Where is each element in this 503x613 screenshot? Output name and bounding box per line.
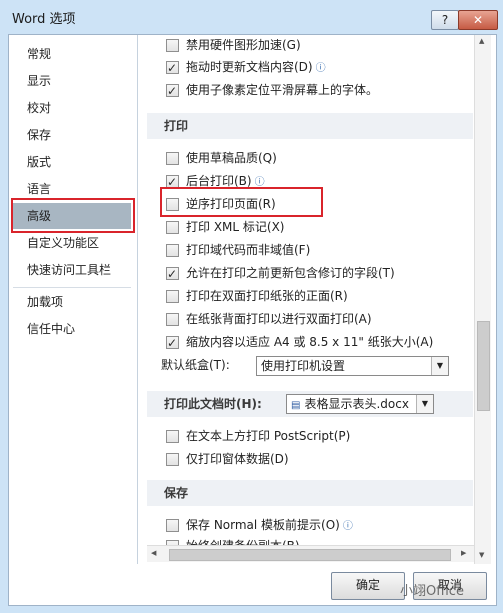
option-label: 使用草稿品质(Q) xyxy=(186,151,277,165)
help-button[interactable]: ? xyxy=(431,10,459,30)
sidebar-item-addins[interactable]: 加载项 xyxy=(13,289,131,315)
checkbox[interactable] xyxy=(166,290,179,303)
option-label: 打印在双面打印纸张的正面(R) xyxy=(186,289,348,303)
section-header-print: 打印 xyxy=(147,113,473,139)
option-label: 拖动时更新文档内容(D) xyxy=(186,60,313,74)
checkbox[interactable] xyxy=(166,453,179,466)
scroll-thumb[interactable] xyxy=(169,549,451,561)
info-icon: ⓘ xyxy=(342,521,353,532)
default-tray-label: 默认纸盒(T): xyxy=(161,358,230,372)
option-label: 使用子像素定位平滑屏幕上的字体。 xyxy=(186,83,379,97)
window-title: Word 选项 xyxy=(12,12,76,27)
highlight-box-reverse-print xyxy=(160,187,323,217)
scroll-thumb[interactable] xyxy=(477,321,490,411)
checkbox[interactable] xyxy=(166,58,179,78)
checkbox[interactable] xyxy=(166,333,179,353)
chevron-down-icon: ▼ xyxy=(431,357,448,375)
section-header-save: 保存 xyxy=(147,480,473,506)
word-doc-icon: ▤ xyxy=(291,400,301,411)
watermark: 小翊Office xyxy=(400,584,464,599)
highlight-box-advanced xyxy=(11,198,135,233)
checkbox[interactable] xyxy=(166,221,179,234)
checkbox[interactable] xyxy=(166,519,179,532)
sidebar-item-trust-center[interactable]: 信任中心 xyxy=(13,316,131,342)
checkbox[interactable] xyxy=(166,430,179,443)
sidebar-item-general[interactable]: 常规 xyxy=(13,41,131,67)
scroll-up-icon[interactable]: ▲ xyxy=(479,37,484,45)
option-label: 保存 Normal 模板前提示(O) xyxy=(186,518,340,532)
checkbox[interactable] xyxy=(166,81,179,101)
sidebar-item-save[interactable]: 保存 xyxy=(13,122,131,148)
dialog-body: 常规 显示 校对 保存 版式 语言 高级 自定义功能区 快速访问工具栏 加载项 … xyxy=(8,34,497,606)
option-label: 打印 XML 标记(X) xyxy=(186,220,285,234)
default-tray-value: 使用打印机设置 xyxy=(261,359,346,373)
option-label: 仅打印窗体数据(D) xyxy=(186,452,289,466)
checkbox[interactable] xyxy=(166,39,179,52)
checkbox[interactable] xyxy=(166,152,179,165)
title-bar: Word 选项 ? ✕ xyxy=(0,0,503,34)
advanced-options-panel: 禁用硬件图形加速(G) 拖动时更新文档内容(D)ⓘ 使用子像素定位平滑屏幕上的字… xyxy=(147,35,473,564)
ok-button[interactable]: 确定 xyxy=(331,572,405,600)
scroll-left-icon[interactable]: ◀ xyxy=(151,549,156,557)
print-doc-value: 表格显示表头.docx xyxy=(304,397,409,411)
vertical-scrollbar[interactable]: ▲ ▼ xyxy=(474,35,491,564)
sidebar-item-quick-access-toolbar[interactable]: 快速访问工具栏 xyxy=(13,257,131,283)
checkbox[interactable] xyxy=(166,313,179,326)
print-doc-select[interactable]: ▤ 表格显示表头.docx ▼ xyxy=(286,394,434,414)
chevron-down-icon: ▼ xyxy=(416,395,433,413)
option-label: 在文本上方打印 PostScript(P) xyxy=(186,429,351,443)
sidebar: 常规 显示 校对 保存 版式 语言 高级 自定义功能区 快速访问工具栏 加载项 … xyxy=(9,35,138,564)
sidebar-item-proofing[interactable]: 校对 xyxy=(13,95,131,121)
print-doc-label: 打印此文档时(H): xyxy=(164,397,262,411)
info-icon: ⓘ xyxy=(315,63,326,74)
option-label: 缩放内容以适应 A4 或 8.5 x 11" 纸张大小(A) xyxy=(186,335,434,349)
option-label: 允许在打印之前更新包含修订的字段(T) xyxy=(186,266,395,280)
word-options-dialog: Word 选项 ? ✕ 常规 显示 校对 保存 版式 语言 高级 自定义功能区 … xyxy=(0,0,503,613)
checkbox[interactable] xyxy=(166,244,179,257)
option-label: 在纸张背面打印以进行双面打印(A) xyxy=(186,312,372,326)
default-tray-select[interactable]: 使用打印机设置 ▼ xyxy=(256,356,449,376)
checkbox[interactable] xyxy=(166,264,179,284)
scroll-right-icon[interactable]: ▶ xyxy=(461,549,466,557)
sidebar-item-layout[interactable]: 版式 xyxy=(13,149,131,175)
option-label: 禁用硬件图形加速(G) xyxy=(186,38,301,52)
sidebar-divider xyxy=(13,287,131,288)
option-label: 后台打印(B) xyxy=(186,174,252,188)
sidebar-item-customize-ribbon[interactable]: 自定义功能区 xyxy=(13,230,131,256)
horizontal-scrollbar[interactable]: ◀ ▶ xyxy=(147,545,474,562)
scroll-down-icon[interactable]: ▼ xyxy=(479,551,484,559)
close-button[interactable]: ✕ xyxy=(458,10,498,30)
option-label: 打印域代码而非域值(F) xyxy=(186,243,311,257)
sidebar-item-display[interactable]: 显示 xyxy=(13,68,131,94)
